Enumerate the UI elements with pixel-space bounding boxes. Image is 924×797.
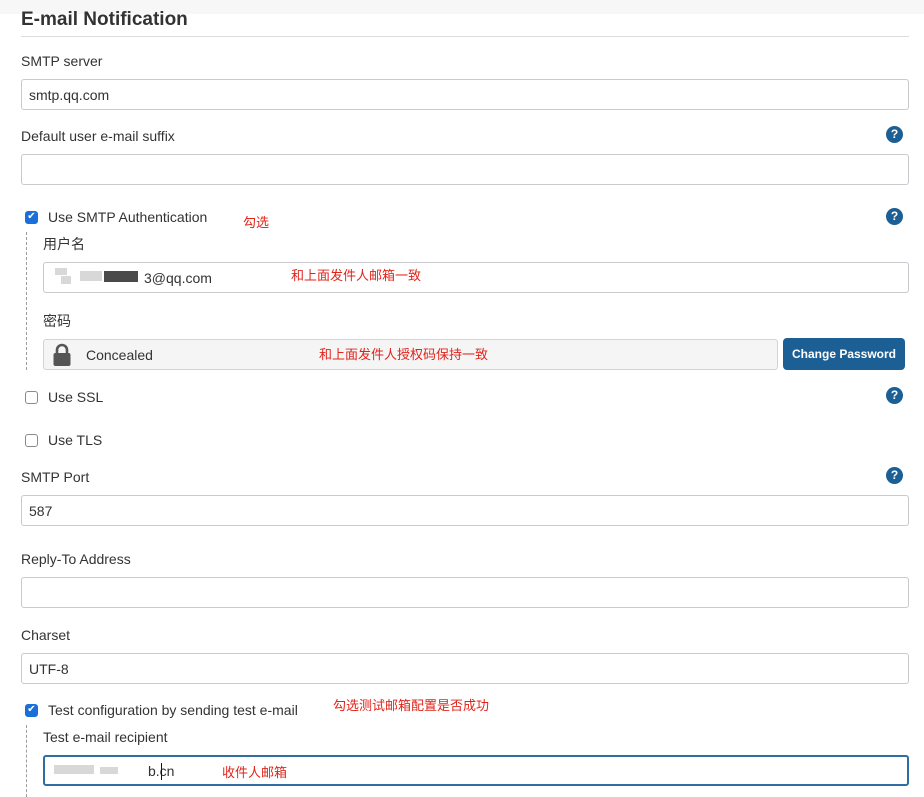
password-concealed-text: Concealed xyxy=(86,346,153,363)
charset-input[interactable] xyxy=(21,653,909,684)
username-input[interactable] xyxy=(43,262,909,293)
use-ssl-label[interactable]: Use SSL xyxy=(48,389,103,405)
username-label: 用户名 xyxy=(43,236,85,252)
redacted-text xyxy=(104,271,138,282)
use-tls-label[interactable]: Use TLS xyxy=(48,432,102,448)
test-config-row[interactable]: ✔ Test configuration by sending test e-m… xyxy=(25,701,298,719)
redacted-text xyxy=(80,271,102,281)
test-config-checkbox[interactable]: ✔ xyxy=(25,703,38,717)
checkmark-icon: ✔ xyxy=(27,211,36,222)
use-ssl-row[interactable]: Use SSL xyxy=(25,388,103,406)
smtp-server-label: SMTP server xyxy=(21,53,103,69)
reply-to-label: Reply-To Address xyxy=(21,551,131,567)
padlock-icon xyxy=(53,343,71,366)
redacted-text xyxy=(61,276,71,284)
annotation-same-sender: 和上面发件人邮箱一致 xyxy=(291,268,422,283)
question-circle-icon[interactable]: ? xyxy=(886,126,903,143)
section-title: E-mail Notification xyxy=(21,9,188,30)
question-circle-icon[interactable]: ? xyxy=(886,387,903,404)
change-password-button[interactable]: Change Password xyxy=(783,338,905,370)
redacted-text xyxy=(55,268,67,275)
reply-to-input[interactable] xyxy=(21,577,909,608)
smtp-auth-checkbox[interactable]: ✔ xyxy=(25,210,38,224)
password-label: 密码 xyxy=(43,313,71,329)
smtp-auth-label[interactable]: Use SMTP Authentication xyxy=(48,209,207,225)
use-tls-checkbox[interactable] xyxy=(25,433,38,447)
smtp-auth-row[interactable]: ✔ Use SMTP Authentication xyxy=(25,208,207,226)
question-circle-icon[interactable]: ? xyxy=(886,208,903,225)
question-circle-icon[interactable]: ? xyxy=(886,467,903,484)
redacted-text xyxy=(54,765,94,774)
use-tls-row[interactable]: Use TLS xyxy=(25,431,102,449)
annotation-check-auth: 勾选 xyxy=(243,215,270,230)
smtp-port-label: SMTP Port xyxy=(21,469,90,485)
email-suffix-label: Default user e-mail suffix xyxy=(21,128,175,144)
test-recipient-input[interactable] xyxy=(43,755,909,786)
title-divider xyxy=(21,36,909,37)
annotation-check-test: 勾选测试邮箱配置是否成功 xyxy=(333,698,490,713)
test-recipient-label: Test e-mail recipient xyxy=(43,729,168,745)
test-config-label[interactable]: Test configuration by sending test e-mai… xyxy=(48,702,298,718)
email-suffix-input[interactable] xyxy=(21,154,909,185)
annotation-recipient: 收件人邮箱 xyxy=(222,765,288,780)
nested-guide-line xyxy=(26,232,27,370)
charset-label: Charset xyxy=(21,627,71,643)
smtp-server-input[interactable] xyxy=(21,79,909,110)
redacted-text xyxy=(100,767,118,774)
use-ssl-checkbox[interactable] xyxy=(25,390,38,404)
text-caret xyxy=(161,763,162,780)
annotation-same-auth-code: 和上面发件人授权码保持一致 xyxy=(319,347,489,362)
smtp-port-input[interactable] xyxy=(21,495,909,526)
nested-guide-line xyxy=(26,725,27,797)
checkmark-icon: ✔ xyxy=(27,704,36,715)
